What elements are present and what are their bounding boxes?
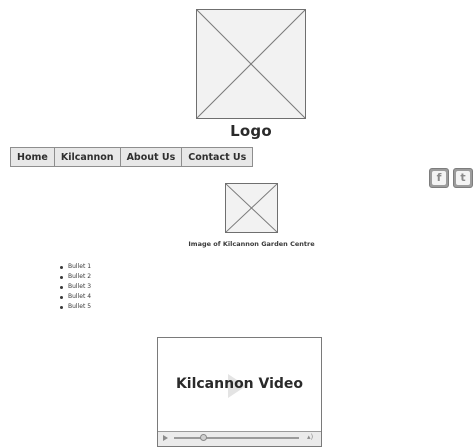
- list-item-text: Bullet 2: [68, 273, 92, 280]
- logo-text: Logo: [230, 122, 272, 140]
- list-item: Bullet 1: [60, 262, 91, 272]
- list-item: Bullet 2: [60, 272, 91, 282]
- image-caption: Image of Kilcannon Garden Centre: [188, 240, 315, 248]
- list-item: Bullet 5: [60, 302, 91, 312]
- facebook-icon[interactable]: f: [429, 168, 449, 188]
- bullet-icon: [60, 265, 63, 269]
- facebook-glyph: f: [432, 171, 446, 185]
- play-icon[interactable]: [163, 435, 168, 441]
- twitter-icon[interactable]: t: [453, 168, 473, 188]
- bullet-icon: [60, 295, 63, 299]
- list-item-text: Bullet 5: [68, 303, 92, 310]
- nav-item-home[interactable]: Home: [11, 148, 55, 166]
- bullet-list: Bullet 1 Bullet 2 Bullet 3 Bullet 4 Bull…: [60, 262, 91, 312]
- nav-item-contact-us[interactable]: Contact Us: [182, 148, 252, 166]
- nav-item-kilcannon[interactable]: Kilcannon: [55, 148, 121, 166]
- video-controls: ▴): [158, 431, 321, 446]
- bullet-icon: [60, 275, 63, 279]
- nav-item-about-us[interactable]: About Us: [121, 148, 183, 166]
- list-item-text: Bullet 1: [68, 263, 92, 270]
- list-item: Bullet 3: [60, 282, 91, 292]
- logo-image: [196, 9, 306, 119]
- list-item-text: Bullet 3: [68, 283, 92, 290]
- garden-centre-image: [225, 183, 278, 233]
- bullet-icon: [60, 305, 63, 309]
- twitter-glyph: t: [456, 171, 470, 185]
- video-title: Kilcannon Video: [175, 376, 304, 392]
- video-player[interactable]: Kilcannon Video ▴): [157, 337, 322, 447]
- list-item-text: Bullet 4: [68, 293, 92, 300]
- list-item: Bullet 4: [60, 292, 91, 302]
- video-progress-track[interactable]: [174, 437, 299, 439]
- bullet-icon: [60, 285, 63, 289]
- main-nav: Home Kilcannon About Us Contact Us: [10, 147, 254, 167]
